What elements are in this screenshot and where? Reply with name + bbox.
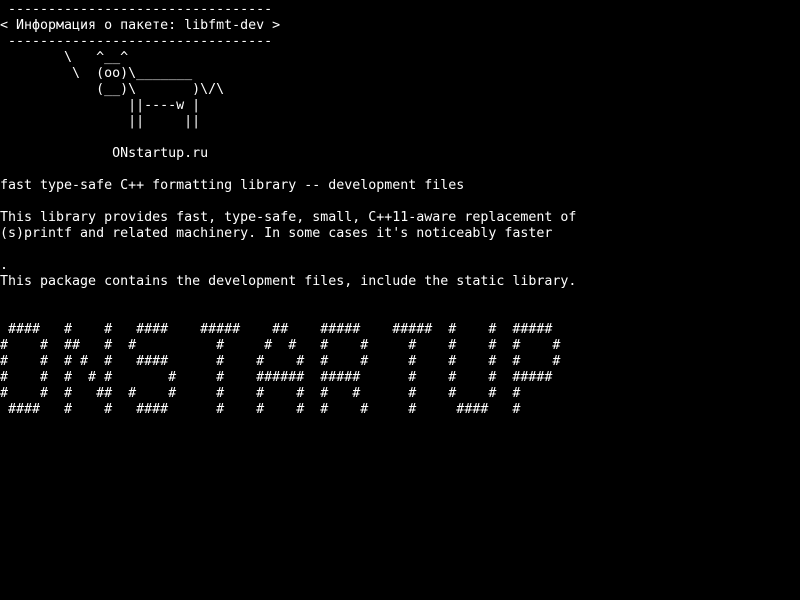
- cow-art-line: (__)\ )\/\: [0, 82, 225, 97]
- cowsay-bubble-title: < Информация о пакете: libfmt-dev >: [0, 18, 281, 33]
- ascii-banner-line: # # # # # # # ###### ##### # # # #####: [0, 370, 553, 385]
- ascii-banner-line: # # ## # # # # # # # # # # # #: [0, 338, 561, 353]
- ascii-banner-line: # # # # # #### # # # # # # # # # #: [0, 354, 561, 369]
- ascii-banner-line: #### # # #### # # # # # # #### #: [0, 402, 521, 417]
- package-summary: fast type-safe C++ formatting library --…: [0, 178, 465, 193]
- description-separator: .: [0, 258, 9, 273]
- ascii-banner-line: #### # # #### ##### ## ##### ##### # # #…: [0, 322, 553, 337]
- package-description: This library provides fast, type-safe, s…: [0, 210, 577, 225]
- cow-art-line: ||----w |: [0, 98, 201, 113]
- terminal-screen: --------------------------------- < Инфо…: [0, 0, 800, 600]
- cowsay-bubble-top: ---------------------------------: [0, 2, 273, 17]
- cow-art-line: || ||: [0, 114, 201, 129]
- site-name: ONstartup.ru: [0, 146, 209, 161]
- cow-art-line: \ ^__^: [0, 50, 129, 65]
- package-description: This package contains the development fi…: [0, 274, 577, 289]
- ascii-banner-line: # # # ## # # # # # # # # # # #: [0, 386, 521, 401]
- package-description: (s)printf and related machinery. In some…: [0, 226, 553, 241]
- cowsay-bubble-bottom: ---------------------------------: [0, 34, 273, 49]
- cow-art-line: \ (oo)\_______: [0, 66, 193, 81]
